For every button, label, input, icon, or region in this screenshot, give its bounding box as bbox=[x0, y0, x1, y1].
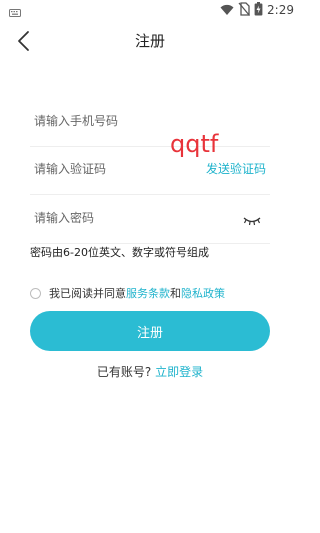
eye-closed-icon[interactable] bbox=[242, 212, 262, 226]
code-input[interactable] bbox=[34, 158, 194, 180]
password-field bbox=[30, 195, 270, 244]
send-code-button[interactable]: 发送验证码 bbox=[206, 161, 266, 177]
agree-and: 和 bbox=[170, 287, 181, 300]
page-title: 注册 bbox=[134, 32, 165, 50]
code-field: 发送验证码 bbox=[30, 146, 270, 195]
agree-prefix: 我已阅读并同意 bbox=[49, 287, 126, 300]
agree-radio[interactable] bbox=[30, 287, 41, 299]
register-screen: 2:29 注册 发送验证码 qqtf 密码由6-20位英文、数字或 bbox=[0, 0, 300, 533]
login-prompt: 已有账号? bbox=[96, 365, 152, 379]
keyboard-icon bbox=[9, 4, 21, 17]
header: 注册 bbox=[0, 22, 300, 60]
status-icons: 2:29 bbox=[220, 1, 294, 20]
password-hint: 密码由6-20位英文、数字或符号组成 bbox=[30, 246, 209, 259]
phone-field bbox=[30, 98, 270, 147]
battery-icon bbox=[254, 1, 263, 20]
login-link[interactable]: 立即登录 bbox=[155, 365, 203, 379]
password-input[interactable] bbox=[34, 207, 194, 229]
privacy-link[interactable]: 隐私政策 bbox=[181, 285, 225, 301]
agreement-row: 我已阅读并同意 服务条款 和 隐私政策 bbox=[30, 284, 225, 302]
no-sim-icon bbox=[238, 1, 251, 20]
login-row: 已有账号? 立即登录 bbox=[0, 364, 300, 380]
register-button[interactable]: 注册 bbox=[30, 311, 270, 351]
overlay-text: qqtf bbox=[170, 130, 219, 158]
terms-link[interactable]: 服务条款 bbox=[126, 285, 170, 301]
status-time: 2:29 bbox=[267, 3, 294, 17]
phone-input[interactable] bbox=[34, 110, 194, 132]
status-bar: 2:29 bbox=[0, 0, 300, 20]
wifi-icon bbox=[220, 1, 234, 20]
